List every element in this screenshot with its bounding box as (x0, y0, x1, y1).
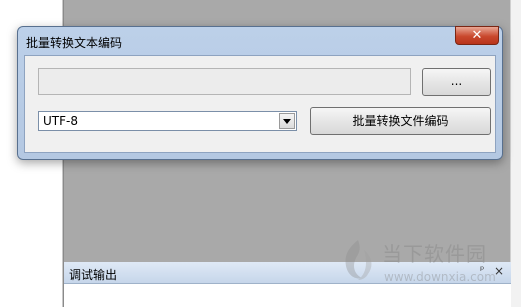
watermark-logo-icon (345, 240, 372, 280)
dialog-title: 批量转换文本编码 (26, 36, 123, 50)
watermark-url: www.downxia.com (384, 270, 496, 284)
encoding-select[interactable]: UTF-8 (38, 111, 297, 131)
browse-button[interactable]: ... (422, 68, 491, 96)
right-strip (510, 0, 521, 307)
chevron-down-icon[interactable] (279, 113, 295, 129)
convert-encoding-button[interactable]: 批量转换文件编码 (310, 107, 491, 135)
close-icon: ✕ (471, 28, 483, 43)
debug-output-title: 调试输出 (69, 268, 118, 282)
dialog-content: ... UTF-8 批量转换文件编码 (24, 55, 496, 153)
path-input[interactable] (38, 68, 411, 95)
close-button[interactable]: ✕ (455, 26, 499, 45)
batch-convert-dialog: 批量转换文本编码 ✕ ... UTF-8 批量转换文件编码 (17, 26, 503, 160)
encoding-select-value: UTF-8 (43, 114, 78, 128)
watermark: 当下软件园 www.downxia.com (338, 236, 508, 292)
watermark-text: 当下软件园 (382, 242, 487, 266)
